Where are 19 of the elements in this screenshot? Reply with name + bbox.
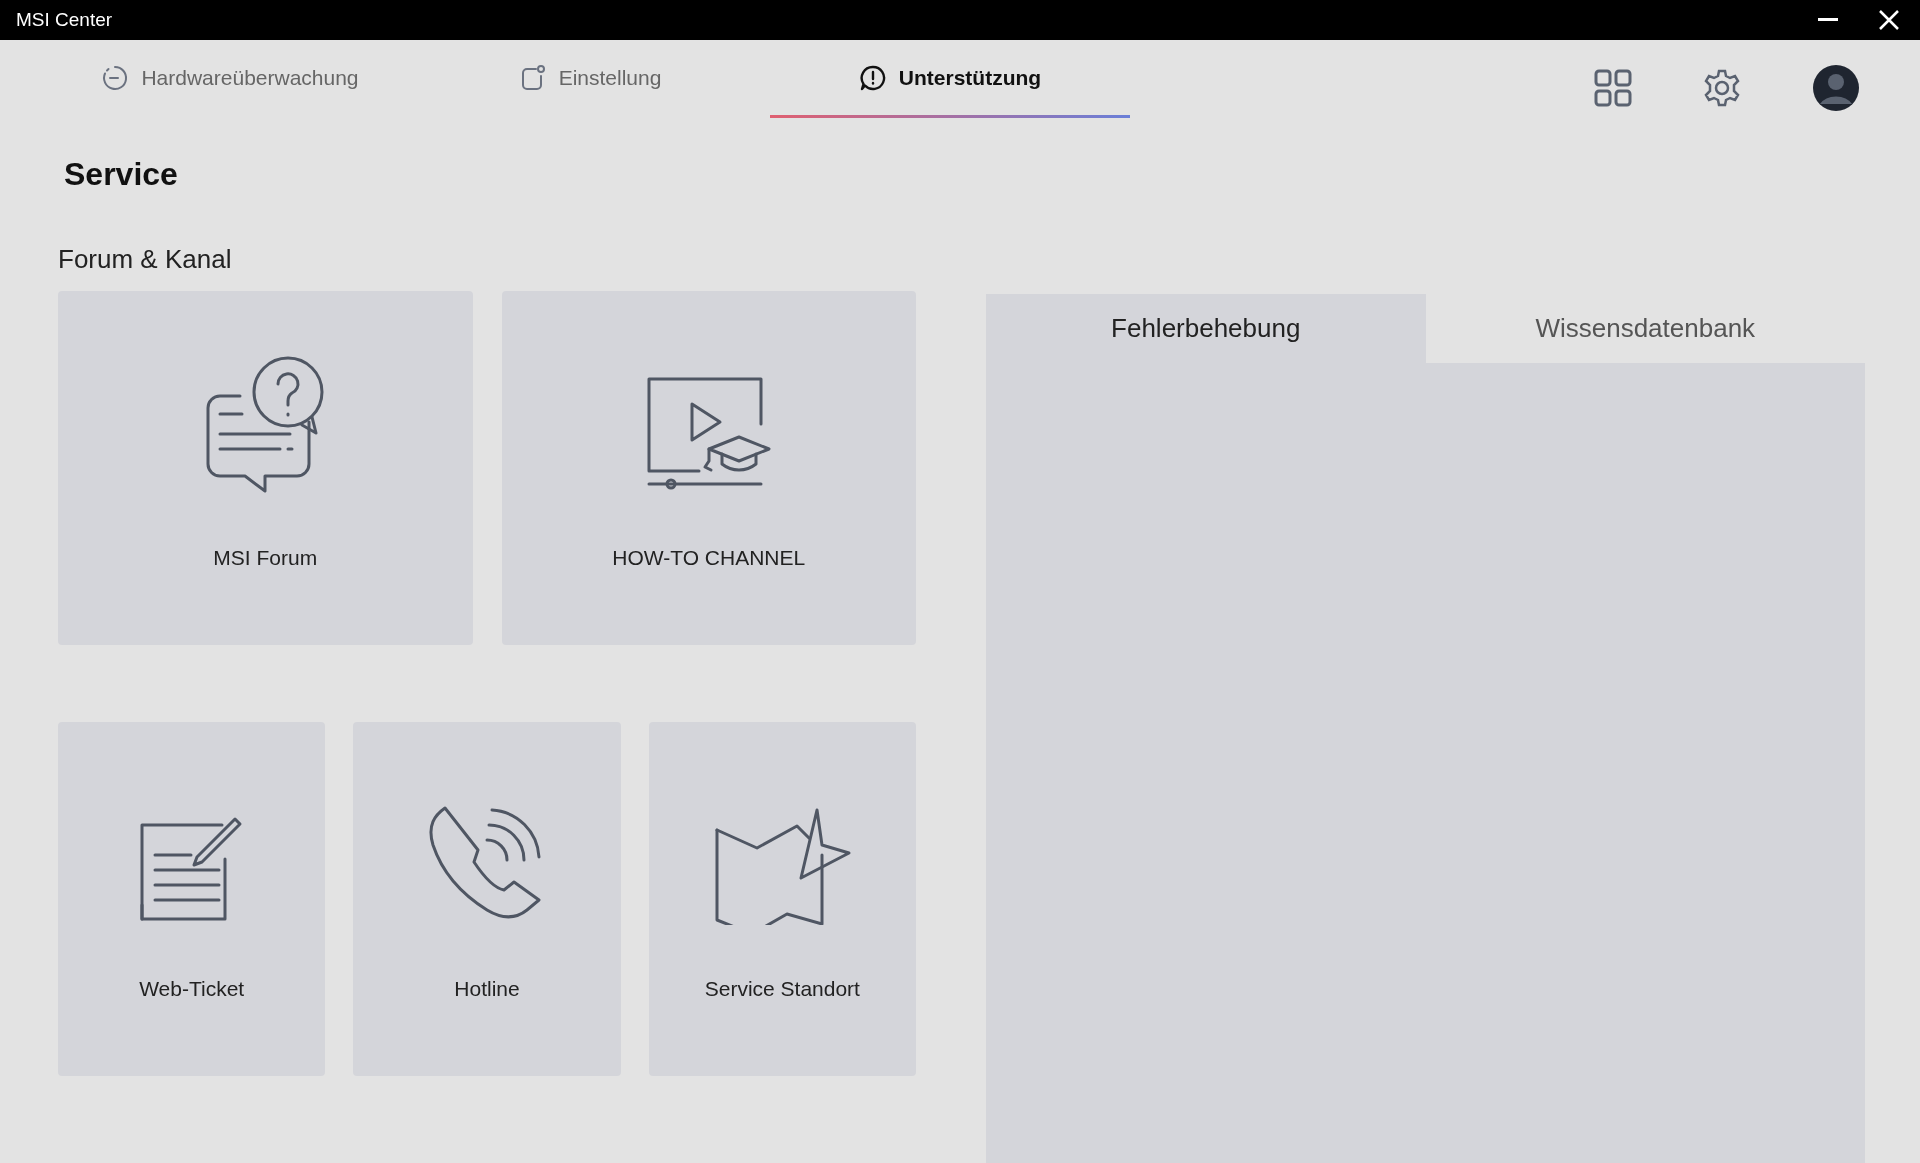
service-tile[interactable]: MSI Forum (58, 291, 473, 645)
grid-icon[interactable] (1594, 69, 1632, 107)
window-title: MSI Center (16, 7, 113, 32)
service-tile[interactable]: Hotline (353, 722, 621, 1076)
nav-tab[interactable]: Hardwareüberwachung (50, 40, 410, 118)
nav-tab[interactable]: Einstellung (410, 40, 770, 118)
alert-bubble-icon (858, 63, 887, 92)
panel-tab[interactable]: Fehlerbehebung (986, 294, 1426, 363)
settings-icon[interactable] (1702, 68, 1742, 108)
nav-tab[interactable]: Unterstützung (770, 40, 1130, 118)
close-icon[interactable] (1878, 9, 1900, 31)
service-tile[interactable]: HOW-TO CHANNEL (501, 291, 916, 645)
minimize-icon[interactable] (1818, 18, 1838, 22)
avatar-icon[interactable] (1812, 64, 1860, 112)
section-heading: Forum & Kanal (58, 243, 233, 276)
page-title: Service (64, 155, 179, 194)
service-tile[interactable]: Web-Ticket (58, 722, 326, 1076)
gauge-icon (101, 63, 130, 92)
service-tile[interactable]: Service Standort (648, 722, 916, 1076)
